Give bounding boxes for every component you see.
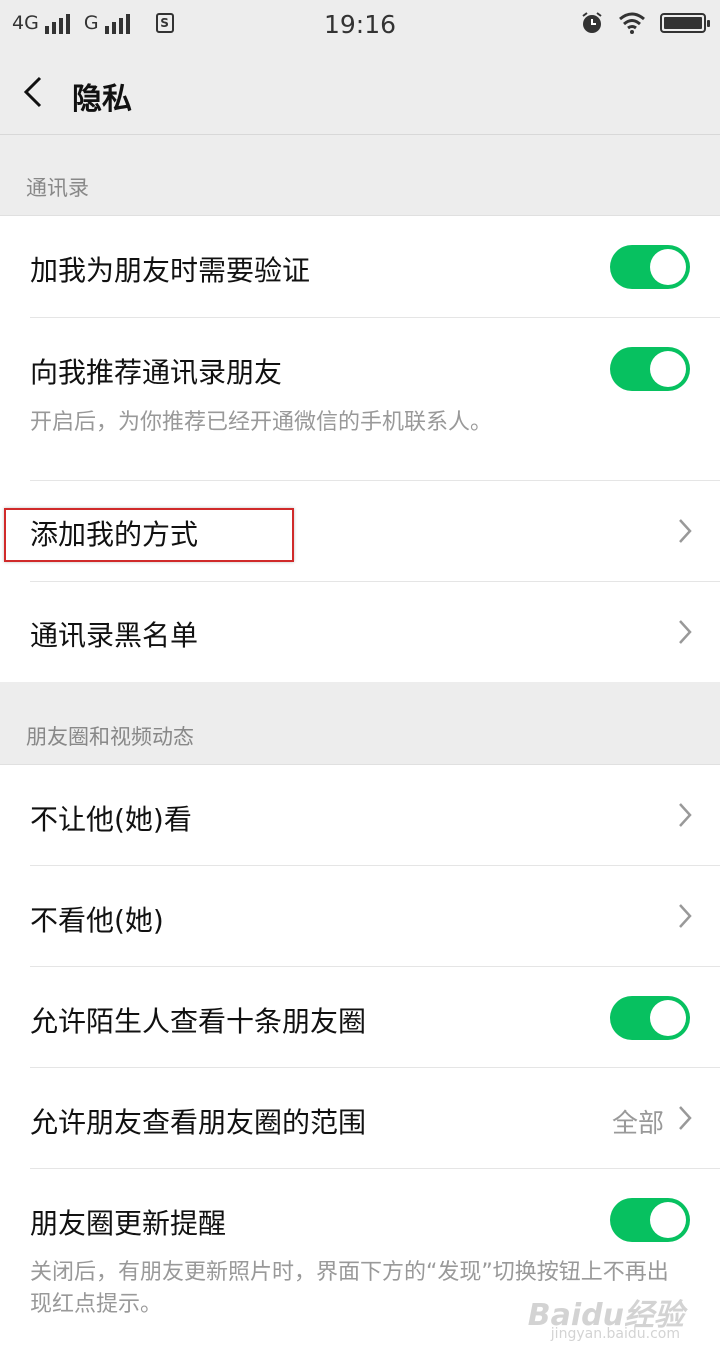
section-header-moments: 朋友圈和视频动态 bbox=[0, 682, 720, 764]
row-dont-let-see-label: 不让他(她)看 bbox=[30, 803, 192, 836]
row-friends-range-label: 允许朋友查看朋友圈的范围 bbox=[30, 1106, 367, 1139]
row-strangers-ten[interactable]: 允许陌生人查看十条朋友圈 bbox=[0, 967, 720, 1067]
page-title: 隐私 bbox=[72, 82, 132, 117]
row-dont-see[interactable]: 不看他(她) bbox=[0, 866, 720, 966]
strangers-ten-toggle[interactable] bbox=[610, 996, 690, 1040]
highlight-box bbox=[4, 508, 294, 562]
chevron-right-icon bbox=[679, 803, 692, 827]
recommend-toggle[interactable] bbox=[610, 347, 690, 391]
row-verify[interactable]: 加我为朋友时需要验证 bbox=[0, 216, 720, 317]
friends-range-value: 全部 bbox=[611, 1109, 664, 1139]
battery-icon bbox=[660, 13, 710, 33]
chevron-right-icon bbox=[679, 1106, 692, 1130]
status-bar: 4G G S 19:16 bbox=[0, 0, 720, 50]
chevron-right-icon bbox=[679, 904, 692, 928]
row-recommend-label: 向我推荐通讯录朋友 bbox=[30, 356, 283, 389]
row-friends-range[interactable]: 允许朋友查看朋友圈的范围 全部 bbox=[0, 1068, 720, 1168]
group-contacts: 加我为朋友时需要验证 向我推荐通讯录朋友 开启后，为你推荐已经开通微信的手机联系… bbox=[0, 215, 720, 683]
chevron-right-icon bbox=[679, 620, 692, 644]
row-recommend[interactable]: 向我推荐通讯录朋友 开启后，为你推荐已经开通微信的手机联系人。 bbox=[0, 318, 720, 480]
watermark-url: jingyan.baidu.com bbox=[550, 1326, 680, 1342]
verify-toggle[interactable] bbox=[610, 245, 690, 289]
chevron-right-icon bbox=[679, 519, 692, 543]
row-dont-see-label: 不看他(她) bbox=[30, 904, 164, 937]
wifi-icon bbox=[619, 12, 645, 34]
row-blacklist-label: 通讯录黑名单 bbox=[30, 619, 199, 652]
row-update-reminder-label: 朋友圈更新提醒 bbox=[30, 1207, 227, 1240]
row-blacklist[interactable]: 通讯录黑名单 bbox=[0, 582, 720, 682]
back-arrow-icon[interactable] bbox=[20, 74, 50, 110]
nav-bar: 隐私 bbox=[0, 50, 720, 135]
alarm-icon bbox=[582, 12, 602, 33]
group-moments: 不让他(她)看 不看他(她) 允许陌生人查看十条朋友圈 允许朋友查看朋友圈的范围… bbox=[0, 764, 720, 1357]
row-recommend-desc: 开启后，为你推荐已经开通微信的手机联系人。 bbox=[30, 410, 493, 435]
row-verify-label: 加我为朋友时需要验证 bbox=[30, 254, 311, 287]
status-right bbox=[580, 11, 710, 35]
section-header-contacts: 通讯录 bbox=[0, 135, 720, 215]
row-dont-let-see[interactable]: 不让他(她)看 bbox=[0, 765, 720, 865]
row-strangers-ten-label: 允许陌生人查看十条朋友圈 bbox=[30, 1005, 367, 1038]
update-reminder-toggle[interactable] bbox=[610, 1198, 690, 1242]
